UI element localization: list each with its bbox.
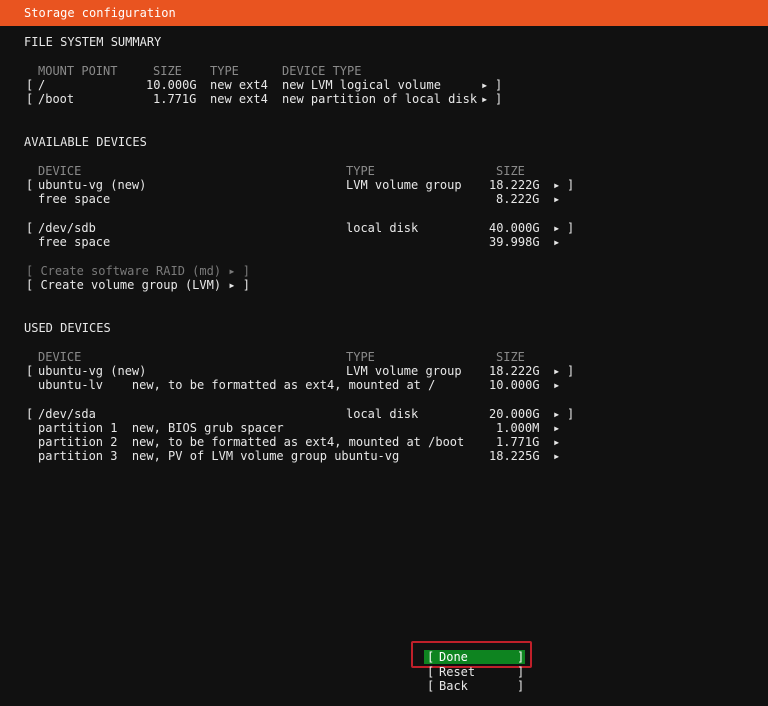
device-name: ubuntu-lv new, to be formatted as ext4, … [38, 378, 436, 392]
arrow-icon: ▸ [553, 449, 561, 463]
bracket-open: [ [26, 92, 34, 106]
bracket-open: [ [26, 364, 34, 378]
device-name: partition 1 new, BIOS grub spacer [38, 421, 284, 435]
create-vg-button[interactable]: [ Create volume group (LVM) ▸ ] [26, 278, 250, 292]
device-name: free space [38, 235, 111, 249]
used-col-type: TYPE [346, 350, 375, 364]
device-size: 18.222G [489, 178, 540, 192]
fs-col-mount: MOUNT POINT [38, 64, 118, 78]
used-heading: USED DEVICES [24, 321, 111, 335]
device-size: 18.225G [489, 449, 540, 463]
fs-col-device-type: DEVICE TYPE [282, 64, 362, 78]
available-heading: AVAILABLE DEVICES [24, 135, 147, 149]
device-size: 1.771G [496, 435, 540, 449]
avail-col-size: SIZE [496, 164, 525, 178]
fs-mount: /boot [38, 92, 75, 106]
fs-col-type: TYPE [210, 64, 239, 78]
bracket-close: ] [495, 78, 503, 92]
device-size: 10.000G [489, 378, 540, 392]
fs-mount: / [38, 78, 46, 92]
bracket-open: [ [26, 407, 34, 421]
device-name: partition 3 new, PV of LVM volume group … [38, 449, 400, 463]
device-type: local disk [346, 407, 419, 421]
device-size: 39.998G [489, 235, 540, 249]
back-label: Back [439, 679, 468, 693]
done-label: Done [439, 650, 468, 664]
fs-device-type: new LVM logical volume [282, 78, 441, 92]
fs-size: 10.000G [146, 78, 197, 92]
fs-device-type: new partition of local disk [282, 92, 478, 106]
done-button[interactable]: [ Done ] [424, 650, 525, 664]
bracket-close: ] [495, 92, 503, 106]
arrow-icon: ▸ [553, 235, 561, 249]
device-size: 8.222G [496, 192, 540, 206]
arrow-icon: ▸ [553, 364, 561, 378]
reset-label: Reset [439, 665, 476, 679]
bracket-close: ] [567, 364, 575, 378]
arrow-icon: ▸ [553, 221, 561, 235]
device-name: /dev/sdb [38, 221, 96, 235]
device-name: /dev/sda [38, 407, 96, 421]
fs-size: 1.771G [153, 92, 197, 106]
bracket-open: [ [427, 665, 435, 679]
device-size: 1.000M [496, 421, 540, 435]
arrow-icon: ▸ [553, 378, 561, 392]
window-title: Storage configuration [24, 6, 176, 20]
arrow-icon: ▸ [553, 435, 561, 449]
bracket-close: ] [567, 178, 575, 192]
avail-col-device: DEVICE [38, 164, 82, 178]
title-bar: Storage configuration [0, 0, 768, 26]
bracket-open: [ [26, 78, 34, 92]
device-size: 18.222G [489, 364, 540, 378]
device-name: ubuntu-vg (new) [38, 178, 147, 192]
device-name: ubuntu-vg (new) [38, 364, 147, 378]
bracket-close: ] [567, 221, 575, 235]
device-type: LVM volume group [346, 178, 462, 192]
arrow-icon: ▸ [553, 192, 561, 206]
used-col-device: DEVICE [38, 350, 82, 364]
arrow-icon: ▸ [553, 421, 561, 435]
arrow-icon: ▸ [481, 92, 489, 106]
create-raid-button: [ Create software RAID (md) ▸ ] [26, 264, 250, 278]
device-size: 20.000G [489, 407, 540, 421]
used-col-size: SIZE [496, 350, 525, 364]
bracket-open: [ [26, 221, 34, 235]
arrow-icon: ▸ [481, 78, 489, 92]
fs-type: new ext4 [210, 92, 268, 106]
device-name: free space [38, 192, 111, 206]
bracket-open: [ [427, 679, 435, 693]
bracket-close: ] [517, 679, 525, 693]
bracket-open: [ [427, 650, 435, 664]
fs-col-size: SIZE [153, 64, 182, 78]
fs-summary-heading: FILE SYSTEM SUMMARY [24, 35, 162, 49]
bracket-open: [ [26, 178, 34, 192]
fs-type: new ext4 [210, 78, 268, 92]
arrow-icon: ▸ [553, 178, 561, 192]
bracket-close: ] [517, 665, 525, 679]
device-size: 40.000G [489, 221, 540, 235]
device-type: local disk [346, 221, 419, 235]
avail-col-type: TYPE [346, 164, 375, 178]
device-name: partition 2 new, to be formatted as ext4… [38, 435, 465, 449]
arrow-icon: ▸ [553, 407, 561, 421]
device-type: LVM volume group [346, 364, 462, 378]
bracket-close: ] [517, 650, 525, 664]
bracket-close: ] [567, 407, 575, 421]
